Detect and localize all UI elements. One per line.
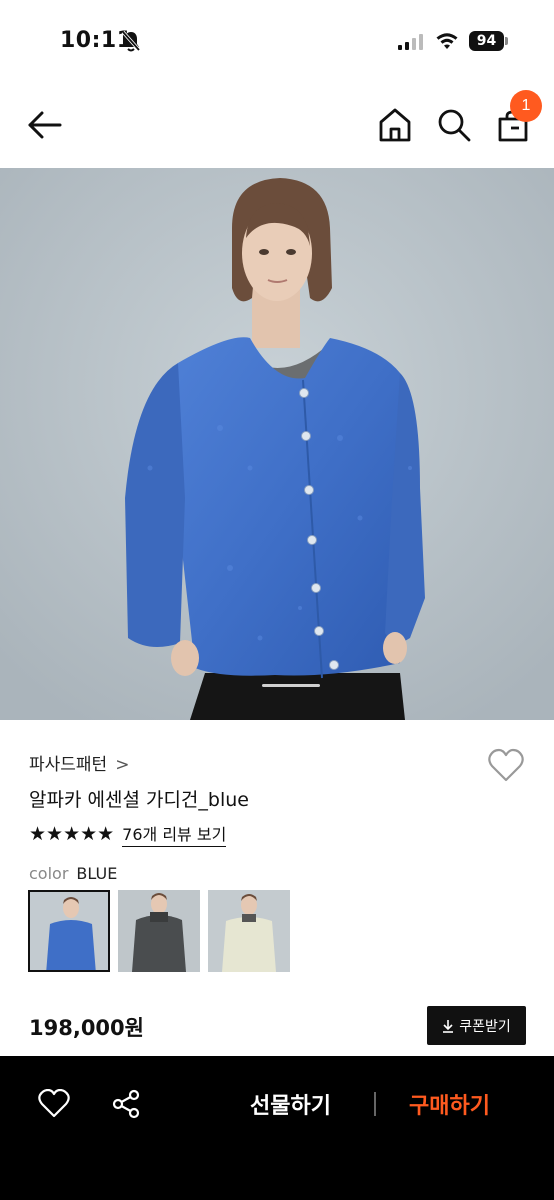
wifi-icon	[436, 33, 458, 49]
signal-icon	[398, 34, 423, 50]
gift-button[interactable]: 선물하기	[250, 1088, 331, 1120]
brand-link[interactable]: 파사드패턴 >	[29, 750, 129, 775]
heart-icon[interactable]	[487, 748, 525, 784]
battery-tip	[505, 37, 508, 45]
divider	[374, 1092, 376, 1116]
share-icon[interactable]	[111, 1089, 141, 1119]
color-swatch-ivory[interactable]	[208, 890, 290, 972]
search-icon[interactable]	[436, 107, 472, 143]
buy-button[interactable]: 구매하기	[409, 1088, 490, 1120]
swatch-ivory-image	[208, 890, 290, 972]
review-link[interactable]: 76개 리뷰 보기	[122, 821, 227, 847]
chevron-right-icon: >	[115, 755, 130, 775]
model-photo	[0, 168, 554, 720]
bottom-action-bar: 선물하기 구매하기	[0, 1056, 554, 1200]
product-image[interactable]	[0, 168, 554, 720]
color-swatch-blue[interactable]	[28, 890, 110, 972]
bell-off-icon	[121, 30, 141, 52]
brand-name: 파사드패턴	[29, 755, 108, 775]
download-icon	[443, 1019, 454, 1033]
coupon-button[interactable]: 쿠폰받기	[427, 1006, 526, 1045]
product-title: 알파카 에센셜 가디건_blue	[29, 789, 249, 811]
color-value: BLUE	[76, 864, 118, 883]
color-label: color	[29, 864, 69, 883]
home-icon[interactable]	[378, 107, 412, 143]
swatch-charcoal-image	[118, 890, 200, 972]
back-arrow-icon[interactable]	[26, 108, 64, 142]
status-bar: 10:11 94	[0, 0, 554, 80]
product-price: 198,000원	[29, 1016, 144, 1040]
battery-indicator: 94	[469, 31, 509, 51]
color-row: color BLUE	[29, 864, 117, 883]
app-header: 1	[0, 80, 554, 168]
color-swatch-charcoal[interactable]	[118, 890, 200, 972]
swatch-blue-image	[30, 892, 108, 970]
rating-row: ★★★★★ 76개 리뷰 보기	[29, 821, 227, 847]
image-page-indicator	[262, 684, 320, 687]
rating-stars: ★★★★★	[29, 823, 115, 845]
battery-level: 94	[469, 31, 504, 51]
coupon-label: 쿠폰받기	[459, 1018, 511, 1035]
heart-icon[interactable]	[38, 1089, 70, 1119]
cart-count-badge: 1	[510, 90, 542, 122]
